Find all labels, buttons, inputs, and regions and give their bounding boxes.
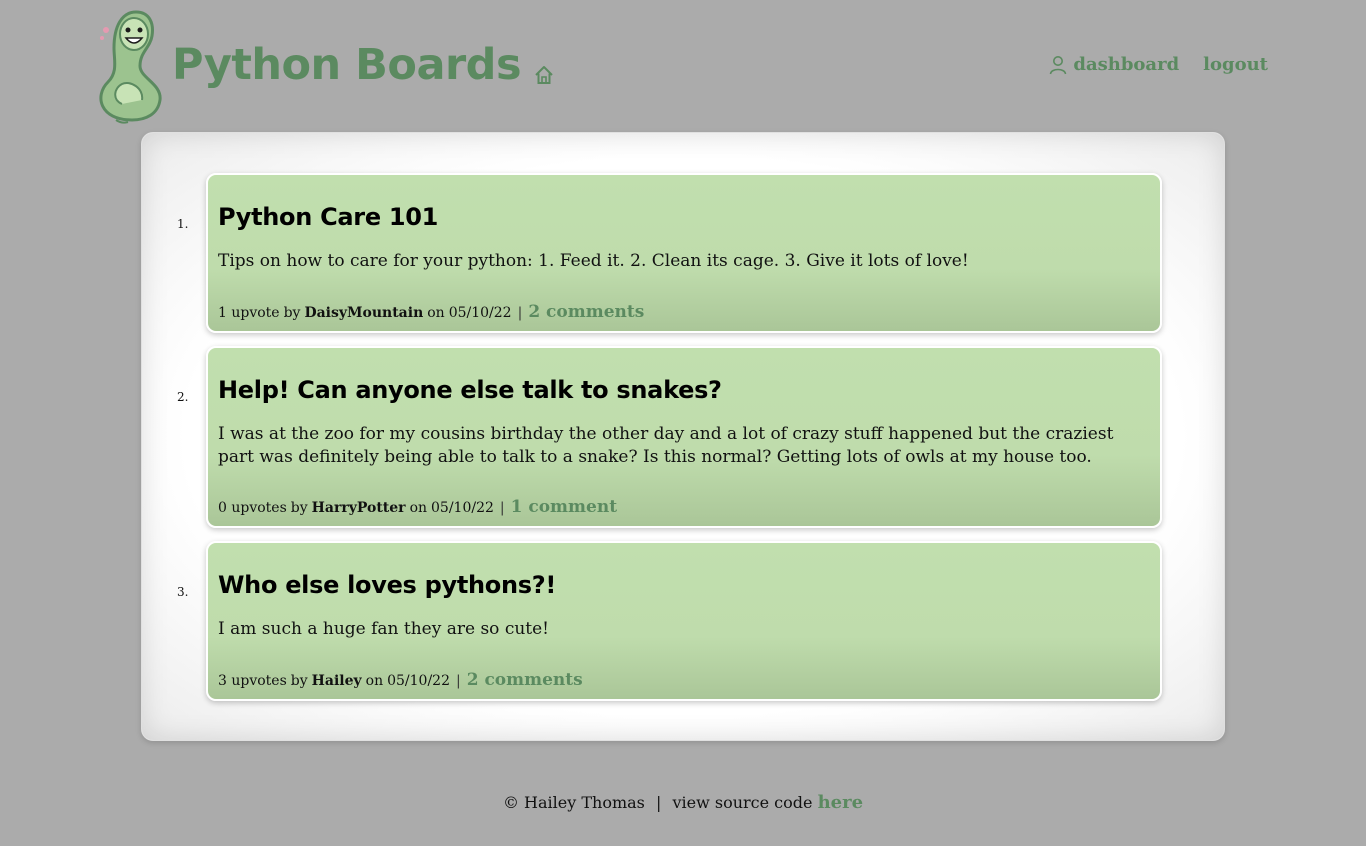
post-author[interactable]: Hailey xyxy=(312,673,362,689)
post-card[interactable]: Help! Can anyone else talk to snakes? I … xyxy=(206,346,1162,528)
on-label: on xyxy=(427,305,445,321)
on-label: on xyxy=(365,673,384,689)
source-code-link[interactable]: here xyxy=(818,792,863,813)
dashboard-label: dashboard xyxy=(1073,54,1180,75)
posts-panel: 1. Python Care 101 Tips on how to care f… xyxy=(141,132,1225,741)
post-card[interactable]: Who else loves pythons?! I am such a hug… xyxy=(206,541,1162,701)
meta-divider: | xyxy=(499,500,505,516)
snake-mascot-icon xyxy=(99,10,162,124)
post-title[interactable]: Help! Can anyone else talk to snakes? xyxy=(218,376,1150,405)
logout-label: logout xyxy=(1203,54,1268,75)
source-code-text: view source code xyxy=(672,793,813,812)
on-label: on xyxy=(409,500,428,516)
comments-link[interactable]: 2 comments xyxy=(528,302,644,322)
post-date: 05/10/22 xyxy=(448,305,512,321)
post-number: 2. xyxy=(177,390,189,404)
by-label: by xyxy=(290,673,308,689)
post-card[interactable]: Python Care 101 Tips on how to care for … xyxy=(206,173,1162,333)
comments-link[interactable]: 1 comment xyxy=(511,497,617,517)
post-author[interactable]: DaisyMountain xyxy=(304,305,423,321)
post-title[interactable]: Who else loves pythons?! xyxy=(218,571,1150,600)
site-title[interactable]: Python Boards xyxy=(172,44,522,87)
user-icon xyxy=(1050,55,1067,74)
vote-count: 1 upvote xyxy=(218,305,280,321)
post-body: I was at the zoo for my cousins birthday… xyxy=(218,423,1114,467)
vote-count: 0 upvotes xyxy=(218,500,287,516)
post-number: 3. xyxy=(177,585,189,599)
post-body: Tips on how to care for your python: 1. … xyxy=(218,250,969,271)
post-meta: 0 upvotes by HarryPotter on 05/10/22 | 1… xyxy=(218,497,617,517)
top-nav: dashboard logout xyxy=(1049,54,1268,75)
comments-link[interactable]: 2 comments xyxy=(467,670,583,690)
post-date: 05/10/22 xyxy=(387,673,450,689)
copyright-text: © Hailey Thomas xyxy=(502,793,645,812)
meta-divider: | xyxy=(455,673,461,689)
by-label: by xyxy=(290,500,308,516)
post-body: I am such a huge fan they are so cute! xyxy=(218,618,550,639)
post-author[interactable]: HarryPotter xyxy=(312,500,406,516)
post-title[interactable]: Python Care 101 xyxy=(218,203,1150,232)
meta-divider: | xyxy=(517,305,523,321)
footer-divider: | xyxy=(655,793,662,812)
post-meta: 1 upvote by DaisyMountain on 05/10/22 | … xyxy=(218,302,644,322)
post-meta: 3 upvotes by Hailey on 05/10/22 | 2 comm… xyxy=(218,670,583,690)
dashboard-link[interactable]: dashboard xyxy=(1049,54,1179,75)
by-label: by xyxy=(283,305,301,321)
vote-count: 3 upvotes xyxy=(218,673,287,689)
post-number: 1. xyxy=(177,217,189,231)
home-logo-link[interactable]: Python Boards xyxy=(92,8,555,126)
post-date: 05/10/22 xyxy=(431,500,494,516)
page-footer: © Hailey Thomas | view source code here xyxy=(0,792,1366,813)
logout-link[interactable]: logout xyxy=(1203,54,1268,75)
home-icon[interactable] xyxy=(533,64,555,86)
